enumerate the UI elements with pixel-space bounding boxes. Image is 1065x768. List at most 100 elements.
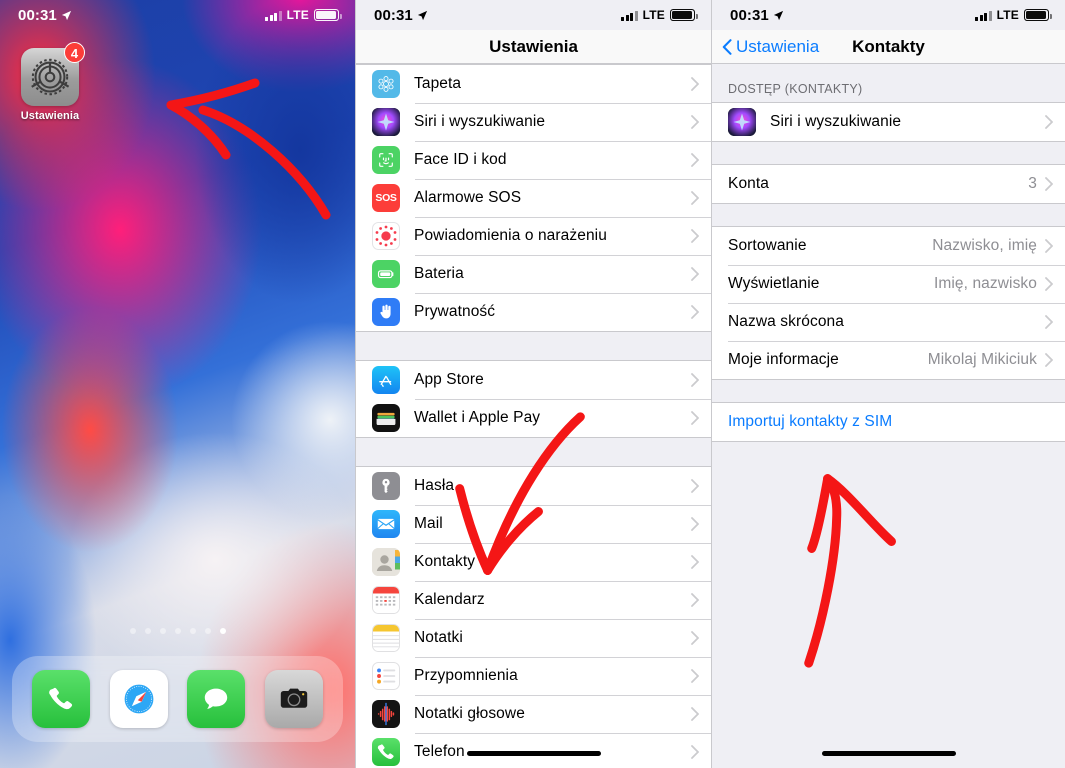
chevron-right-icon [691, 669, 699, 683]
chevron-right-icon [691, 411, 699, 425]
group-separator [712, 380, 1065, 402]
reminders-icon [372, 662, 400, 690]
chevron-right-icon [691, 517, 699, 531]
row-label: Kontakty [414, 553, 476, 570]
page-title: Ustawienia [489, 36, 578, 56]
chevron-right-icon [691, 77, 699, 91]
page-dot [129, 628, 136, 634]
row-label: App Store [414, 371, 484, 388]
carrier-label: LTE [642, 8, 665, 22]
chevron-right-icon [691, 593, 699, 607]
chevron-right-icon [1045, 353, 1053, 367]
settings-row-exposure[interactable]: Powiadomienia o narażeniu [356, 217, 711, 255]
messages-bubble-icon[interactable] [187, 670, 246, 728]
settings-list[interactable]: Tapeta Siri i wyszukiwanie Face ID i kod… [356, 64, 711, 768]
status-bar-settings: 00:31 LTE [356, 0, 711, 30]
settings-row-prywatnosc[interactable]: Prywatność [356, 293, 711, 331]
siri-icon [372, 108, 400, 136]
back-button[interactable]: Ustawienia [722, 37, 819, 57]
contacts-group-accounts: Konta 3 [712, 164, 1065, 204]
row-label: Notatki [414, 629, 463, 646]
privacy-hand-icon [372, 298, 400, 326]
settings-row-kalendarz[interactable]: Kalendarz [356, 581, 711, 619]
chevron-right-icon [691, 153, 699, 167]
contacts-settings-list[interactable]: DOSTĘP (KONTAKTY) Siri i wyszukiwanie Ko… [712, 64, 1065, 768]
mail-envelope-icon [372, 510, 400, 538]
settings-row-notatki[interactable]: Notatki [356, 619, 711, 657]
row-label: Alarmowe SOS [414, 189, 522, 206]
row-label: Nazwa skrócona [728, 313, 844, 330]
settings-row-kontakty[interactable]: Kontakty [356, 543, 711, 581]
contacts-group-access: Siri i wyszukiwanie [712, 102, 1065, 142]
app-store-icon [372, 366, 400, 394]
page-dot [174, 628, 181, 634]
row-label: Importuj kontakty z SIM [728, 413, 893, 430]
home-indicator [821, 751, 956, 756]
page-dot [204, 628, 211, 634]
chevron-left-icon [722, 38, 732, 55]
row-label: Powiadomienia o narażeniu [414, 227, 607, 244]
badge-count: 4 [64, 42, 85, 63]
three-phone-screenshots: 00:31 LTE 4 Ustawienia 00:31 LTE Ustawie… [0, 0, 1065, 768]
row-label: Siri i wyszukiwanie [770, 113, 902, 130]
location-arrow-icon [773, 10, 784, 21]
chevron-right-icon [691, 115, 699, 129]
settings-row-siri[interactable]: Siri i wyszukiwanie [356, 103, 711, 141]
settings-group-apps: Hasła Mail Kontakty Kalendarz Notatki Pr… [356, 466, 711, 768]
settings-row-bateria[interactable]: Bateria [356, 255, 711, 293]
settings-row-wallet[interactable]: Wallet i Apple Pay [356, 399, 711, 437]
chevron-right-icon [1045, 239, 1053, 253]
phone-icon[interactable] [31, 670, 90, 728]
battery-icon [670, 9, 698, 21]
group-separator [356, 438, 711, 466]
home-screen-panel: 00:31 LTE 4 Ustawienia [0, 0, 355, 768]
faceid-icon [372, 146, 400, 174]
wallet-icon [372, 404, 400, 432]
settings-row-hasla[interactable]: Hasła [356, 467, 711, 505]
dock [12, 656, 343, 742]
row-label: Hasła [414, 477, 455, 494]
carrier-label: LTE [286, 8, 309, 22]
row-value: Imię, nazwisko [933, 275, 1037, 292]
contacts-row-siri[interactable]: Siri i wyszukiwanie [712, 103, 1065, 141]
section-header-dostep: DOSTĘP (KONTAKTY) [712, 64, 1065, 102]
settings-row-tapeta[interactable]: Tapeta [356, 65, 711, 103]
location-arrow-icon [61, 10, 72, 21]
row-label: Sortowanie [728, 237, 807, 254]
contacts-row-nazwa-skrocona[interactable]: Nazwa skrócona [712, 303, 1065, 341]
contacts-row-moje-informacje[interactable]: Moje informacje Mikolaj Mikiciuk [712, 341, 1065, 379]
page-dots[interactable] [0, 628, 355, 634]
chevron-right-icon [691, 631, 699, 645]
siri-icon [728, 108, 756, 136]
settings-row-sos[interactable]: SOS Alarmowe SOS [356, 179, 711, 217]
chevron-right-icon [1045, 177, 1053, 191]
signal-bars-icon [975, 10, 992, 21]
sos-icon: SOS [372, 184, 400, 212]
settings-row-przypomnienia[interactable]: Przypomnienia [356, 657, 711, 695]
phone-icon [372, 738, 400, 766]
settings-row-notatki-glosowe[interactable]: Notatki głosowe [356, 695, 711, 733]
contacts-row-sortowanie[interactable]: Sortowanie Nazwisko, imię [712, 227, 1065, 265]
app-icon-ustawienia[interactable]: 4 Ustawienia [14, 42, 86, 122]
group-separator [356, 332, 711, 360]
chevron-right-icon [691, 745, 699, 759]
safari-compass-icon[interactable] [109, 670, 168, 728]
contacts-settings-panel: 00:31 LTE Ustawienia Kontakty DOSTĘP (KO… [711, 0, 1065, 768]
contacts-row-import-sim[interactable]: Importuj kontakty z SIM [712, 403, 1065, 441]
row-label: Tapeta [414, 75, 462, 92]
settings-row-app-store[interactable]: App Store [356, 361, 711, 399]
settings-row-mail[interactable]: Mail [356, 505, 711, 543]
status-bar-time: 00:31 [18, 6, 57, 24]
row-label: Przypomnienia [414, 667, 518, 684]
status-bar-contacts: 00:31 LTE [712, 0, 1065, 30]
chevron-right-icon [691, 267, 699, 281]
page-dot [144, 628, 151, 634]
settings-row-faceid[interactable]: Face ID i kod [356, 141, 711, 179]
contacts-group-options: Sortowanie Nazwisko, imię Wyświetlanie I… [712, 226, 1065, 380]
contacts-row-konta[interactable]: Konta 3 [712, 165, 1065, 203]
camera-icon[interactable] [265, 670, 324, 728]
settings-list-panel: 00:31 LTE Ustawienia Tapeta Siri i wyszu… [355, 0, 711, 768]
app-grid: 4 Ustawienia [0, 42, 355, 122]
page-dot [159, 628, 166, 634]
contacts-row-wyswietlanie[interactable]: Wyświetlanie Imię, nazwisko [712, 265, 1065, 303]
